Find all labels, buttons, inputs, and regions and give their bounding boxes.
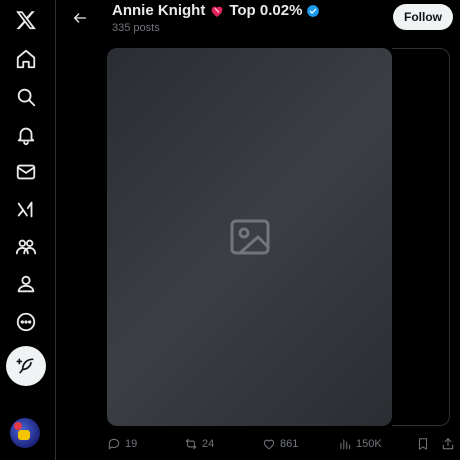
x-logo-icon[interactable] [4, 2, 48, 38]
follow-button[interactable]: Follow [393, 4, 453, 30]
post-media[interactable] [107, 48, 392, 426]
share-button[interactable] [441, 434, 455, 454]
like-button[interactable]: 861 [262, 434, 298, 454]
views-button[interactable]: 150K [338, 434, 382, 454]
post-actions: 19 24 861 150K [107, 434, 457, 454]
repost-icon [185, 438, 197, 450]
reply-icon [108, 438, 120, 450]
post-count: 335 posts [112, 22, 160, 34]
bookmark-icon [418, 438, 428, 450]
share-icon [442, 438, 454, 450]
media-frame-edge [392, 48, 450, 426]
image-icon [226, 213, 274, 261]
profile-name-row: Annie Knight Top 0.02% [112, 2, 320, 19]
profile-header: Annie Knight Top 0.02% 335 posts Follow [57, 0, 460, 44]
profile-icon[interactable] [4, 266, 48, 302]
verified-badge-icon [307, 4, 320, 17]
bell-icon[interactable] [4, 117, 48, 153]
grok-icon[interactable] [4, 192, 48, 228]
reply-count: 19 [125, 438, 138, 450]
back-button[interactable] [67, 5, 93, 31]
bar-chart-icon [340, 439, 351, 450]
repost-button[interactable]: 24 [184, 434, 214, 454]
profile-name-suffix: Top 0.02% [229, 2, 303, 19]
mail-icon[interactable] [4, 154, 48, 190]
like-count: 861 [280, 438, 299, 450]
reply-button[interactable]: 19 [107, 434, 137, 454]
home-icon[interactable] [4, 41, 48, 77]
profile-name: Annie Knight [112, 2, 206, 19]
heart-icon [263, 439, 275, 450]
communities-icon[interactable] [4, 229, 48, 265]
compose-post-button[interactable] [6, 346, 46, 386]
more-icon[interactable] [4, 304, 48, 340]
feather-plus-icon [16, 358, 34, 374]
repost-count: 24 [202, 438, 215, 450]
view-count: 150K [356, 438, 382, 450]
account-avatar[interactable] [10, 418, 40, 448]
arrow-left-icon [74, 13, 86, 23]
search-icon[interactable] [4, 79, 48, 115]
bookmark-button[interactable] [416, 434, 430, 454]
sidebar [0, 0, 56, 460]
heart-ribbon-icon [211, 6, 223, 17]
